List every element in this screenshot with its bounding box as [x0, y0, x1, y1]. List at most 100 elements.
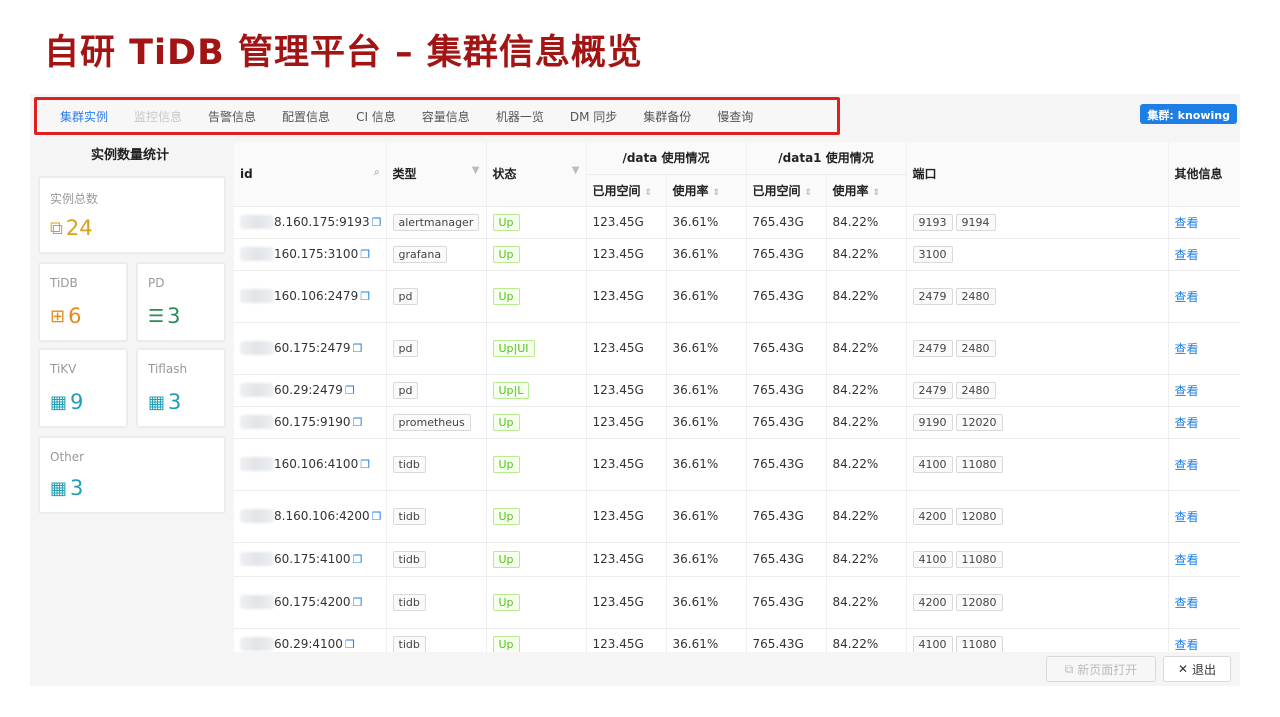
tab-dm-sync[interactable]: DM 同步	[557, 108, 630, 125]
copy-icon[interactable]: ❐	[353, 553, 363, 566]
view-link[interactable]: 查看	[1175, 384, 1199, 398]
status-cell: Up	[486, 438, 587, 491]
exit-button[interactable]: ✕ 退出	[1163, 656, 1231, 682]
sort-icon[interactable]: ⇕	[873, 188, 881, 198]
status-badge: Up	[492, 635, 520, 652]
col-header-data1-used[interactable]: 已用空间 ⇕	[746, 174, 827, 207]
open-new-page-button[interactable]: ⧉ 新页面打开	[1046, 656, 1156, 682]
view-link[interactable]: 查看	[1175, 248, 1199, 262]
stat-value: ▦ 9	[50, 390, 83, 414]
stat-card-pd[interactable]: PD ☰ 3	[136, 262, 226, 342]
search-icon[interactable]: ⌕	[374, 167, 380, 178]
view-link[interactable]: 查看	[1175, 416, 1199, 430]
view-link[interactable]: 查看	[1175, 342, 1199, 356]
data1-used-cell: 765.43G	[746, 322, 827, 375]
port-cell: 3100	[906, 238, 1169, 271]
filter-icon[interactable]: ▼	[472, 165, 480, 176]
copy-icon[interactable]: ❐	[353, 596, 363, 609]
stat-card-tidb[interactable]: TiDB ⊞ 6	[38, 262, 128, 342]
topology-icon: ⧉	[50, 217, 63, 239]
port-cell: 4100 11080	[906, 628, 1169, 652]
type-cell: pd	[386, 374, 487, 407]
status-badge: Up|L	[492, 381, 530, 399]
tab-machines[interactable]: 机器一览	[483, 108, 557, 125]
copy-icon[interactable]: ❐	[372, 510, 382, 523]
sort-icon[interactable]: ⇕	[645, 188, 653, 198]
header-label: 使用率	[672, 183, 709, 198]
data1-used-cell: 765.43G	[746, 270, 827, 323]
copy-icon[interactable]: ❐	[353, 416, 363, 429]
stat-card-total[interactable]: 实例总数 ⧉ 24	[38, 176, 226, 254]
other-info-cell: 查看	[1168, 490, 1240, 543]
col-header-status[interactable]: 状态 ▼	[486, 142, 587, 207]
tab-cluster-instances[interactable]: 集群实例	[47, 108, 121, 125]
header-label: 已用空间	[752, 183, 801, 198]
copy-icon[interactable]: ❐	[353, 342, 363, 355]
masked-ip	[240, 383, 274, 398]
external-link-icon: ⧉	[1064, 661, 1074, 676]
type-cell: tidb	[386, 490, 487, 543]
col-header-other-info: 其他信息	[1168, 142, 1240, 207]
stat-label: 实例总数	[50, 192, 99, 206]
view-link[interactable]: 查看	[1175, 290, 1199, 304]
view-link[interactable]: 查看	[1175, 596, 1199, 610]
type-tag: tidb	[392, 455, 426, 473]
view-link[interactable]: 查看	[1175, 553, 1199, 567]
copy-icon[interactable]: ❐	[360, 290, 370, 303]
view-link[interactable]: 查看	[1175, 216, 1199, 230]
view-link[interactable]: 查看	[1175, 458, 1199, 472]
col-header-data-rate[interactable]: 使用率 ⇕	[666, 174, 747, 207]
filter-icon[interactable]: ▼	[572, 165, 580, 176]
data-rate-cell: 36.61%	[666, 542, 747, 577]
copy-icon[interactable]: ❐	[372, 216, 382, 229]
stat-number: 24	[65, 216, 93, 240]
type-cell: pd	[386, 270, 487, 323]
cluster-badge[interactable]: 集群: knowing	[1140, 104, 1237, 124]
col-header-data-used[interactable]: 已用空间 ⇕	[586, 174, 667, 207]
data-used-cell: 123.45G	[586, 374, 667, 407]
tab-capacity[interactable]: 容量信息	[409, 108, 483, 125]
sort-icon[interactable]: ⇕	[805, 188, 813, 198]
status-cell: Up	[486, 576, 587, 629]
type-cell: alertmanager	[386, 206, 487, 239]
instance-table: id ⌕ 类型 ▼ 状态 ▼ /data 使用情况 /data1 使用情况 端口 其他…	[234, 142, 1240, 652]
data-rate-cell: 36.61%	[666, 322, 747, 375]
stat-card-tiflash[interactable]: Tiflash ▦ 3	[136, 348, 226, 428]
copy-icon[interactable]: ❐	[345, 638, 355, 651]
port-tag: 11080	[955, 635, 1003, 652]
status-cell: Up	[486, 490, 587, 543]
nav-tabs: 集群实例 监控信息 告警信息 配置信息 CI 信息 容量信息 机器一览 DM 同…	[34, 97, 840, 135]
data-used-cell: 123.45G	[586, 238, 667, 271]
tab-monitoring[interactable]: 监控信息	[121, 108, 195, 125]
data1-rate-cell: 84.22%	[826, 206, 907, 239]
copy-icon[interactable]: ❐	[345, 384, 355, 397]
tab-alerts[interactable]: 告警信息	[195, 108, 269, 125]
grid-icon: ▦	[50, 477, 68, 499]
stat-card-other[interactable]: Other ▦ 3	[38, 436, 226, 514]
port-tag: 9193	[912, 213, 953, 231]
col-header-type[interactable]: 类型 ▼	[386, 142, 487, 207]
data1-rate-cell: 84.22%	[826, 322, 907, 375]
type-cell: prometheus	[386, 406, 487, 439]
stat-number: 3	[167, 304, 181, 328]
col-header-data1-rate[interactable]: 使用率 ⇕	[826, 174, 907, 207]
copy-icon[interactable]: ❐	[360, 248, 370, 261]
tab-backup[interactable]: 集群备份	[630, 108, 704, 125]
port-tag: 4100	[912, 455, 953, 473]
instance-id-cell: 60.175:9190 ❐	[234, 406, 387, 439]
stat-card-tikv[interactable]: TiKV ▦ 9	[38, 348, 128, 428]
status-badge: Up|UI	[492, 339, 535, 357]
view-link[interactable]: 查看	[1175, 638, 1199, 652]
other-info-cell: 查看	[1168, 406, 1240, 439]
col-header-id[interactable]: id ⌕	[234, 142, 387, 207]
cluster-app-window: 集群实例 监控信息 告警信息 配置信息 CI 信息 容量信息 机器一览 DM 同…	[30, 94, 1240, 686]
view-link[interactable]: 查看	[1175, 510, 1199, 524]
sort-icon[interactable]: ⇕	[713, 188, 721, 198]
tab-ci[interactable]: CI 信息	[343, 108, 409, 125]
masked-ip	[240, 289, 274, 304]
copy-icon[interactable]: ❐	[360, 458, 370, 471]
tab-slow-query[interactable]: 慢查询	[704, 108, 766, 125]
type-cell: tidb	[386, 438, 487, 491]
type-tag: prometheus	[392, 413, 471, 431]
tab-config[interactable]: 配置信息	[269, 108, 343, 125]
